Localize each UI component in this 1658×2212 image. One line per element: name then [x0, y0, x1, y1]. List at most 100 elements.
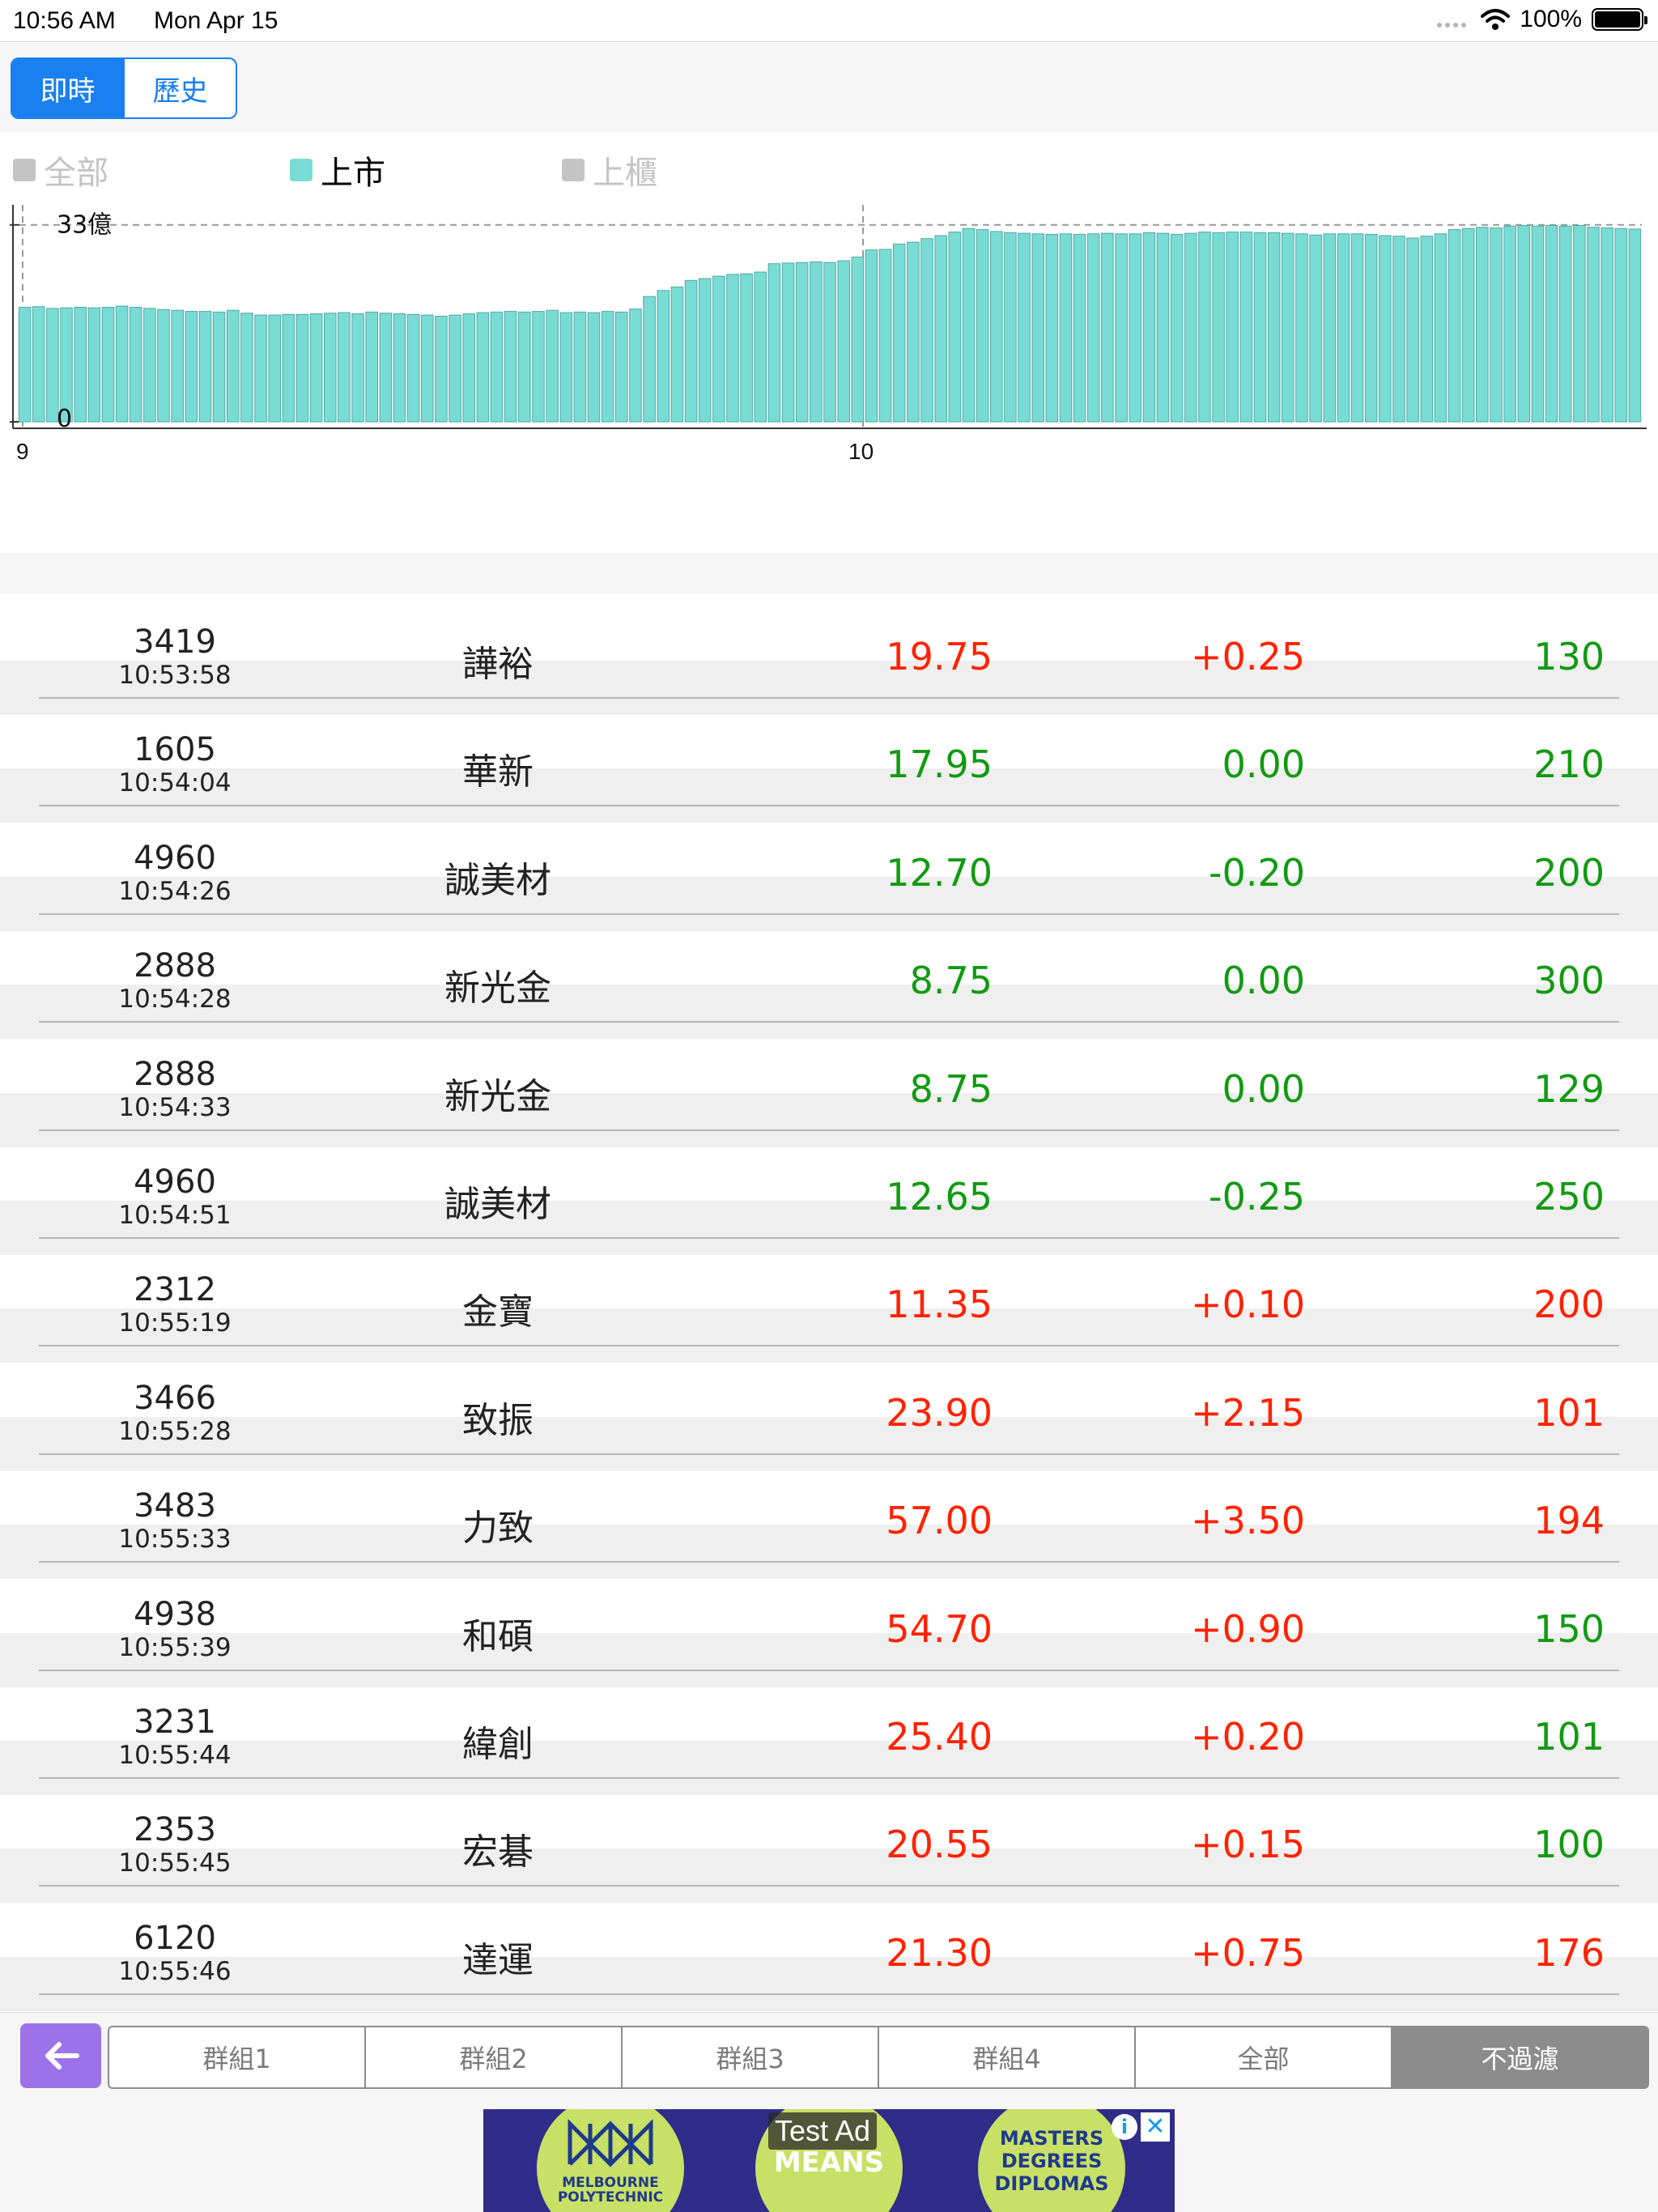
bar: [559, 312, 573, 423]
price-change: -0.20: [1208, 850, 1305, 895]
stock-code: 2888: [134, 947, 216, 985]
stock-name: 華新: [462, 751, 534, 793]
bar: [1406, 237, 1419, 423]
row-separator: [39, 1561, 1619, 1563]
bar: [1573, 225, 1586, 423]
bar: [810, 261, 823, 423]
bar: [1490, 227, 1503, 423]
ad-banner[interactable]: MELBOURNE POLYTECHNIC MEANS MASTERS DEGR…: [483, 2109, 1175, 2212]
trade-time: 10:55:33: [118, 1525, 232, 1555]
table-row[interactable]: 2888 10:54:33 新光金 8.75 0.00 129: [0, 1040, 1658, 1147]
bar: [1517, 225, 1531, 423]
bar: [309, 313, 323, 423]
bar: [1087, 233, 1100, 423]
ad-info-icon[interactable]: i: [1112, 2114, 1137, 2140]
row-separator: [39, 805, 1619, 807]
bar: [435, 316, 448, 423]
stock-code: 1605: [134, 731, 216, 769]
price-change: +2.15: [1191, 1390, 1305, 1435]
bar: [449, 314, 461, 423]
bar: [240, 313, 253, 423]
chart-legend: 全部 上市 上櫃: [0, 132, 1658, 197]
table-row[interactable]: 4938 10:55:39 和碩 54.70 +0.90 150: [0, 1580, 1658, 1687]
group-tab-6[interactable]: 不過濾: [1391, 2027, 1647, 2087]
trade-time: 10:55:45: [118, 1848, 232, 1878]
bar: [101, 307, 115, 423]
trade-time: 10:55:44: [118, 1741, 232, 1770]
bar: [1420, 236, 1434, 423]
table-row[interactable]: 1605 10:54:04 華新 17.95 0.00 210: [0, 715, 1658, 823]
bar: [1267, 232, 1281, 423]
price-change: 0.00: [1222, 959, 1305, 1003]
bar: [795, 262, 809, 423]
trade-price: 11.35: [886, 1283, 993, 1327]
bar: [212, 311, 226, 423]
trade-time: 10:55:46: [118, 1956, 232, 1986]
bar: [1198, 232, 1211, 423]
group-tab-2[interactable]: 群組2: [364, 2027, 621, 2087]
bar: [1601, 227, 1613, 423]
table-row[interactable]: 3419 10:53:58 譁裕 19.75 +0.25 130: [0, 607, 1658, 715]
stock-code: 2353: [134, 1811, 216, 1849]
bar: [1545, 225, 1558, 423]
price-change: 0.00: [1222, 1066, 1305, 1111]
segment-history[interactable]: 歷史: [123, 59, 236, 117]
back-button[interactable]: [20, 2023, 101, 2088]
stock-name: 誠美材: [444, 1184, 551, 1225]
stock-name: 緯創: [462, 1724, 534, 1765]
group-tab-5[interactable]: 全部: [1134, 2027, 1391, 2087]
table-row[interactable]: 6120 10:55:46 達運 21.30 +0.75 176: [0, 1904, 1658, 2011]
table-row[interactable]: 3466 10:55:28 致振 23.90 +2.15 101: [0, 1363, 1658, 1471]
bar: [934, 235, 948, 423]
trade-price: 20.55: [886, 1823, 993, 1867]
table-row[interactable]: 4960 10:54:26 誠美材 12.70 -0.20 200: [0, 823, 1658, 931]
stock-name: 新光金: [444, 968, 551, 1010]
bar: [1142, 232, 1156, 423]
bar: [1587, 227, 1600, 423]
bar: [1558, 225, 1572, 423]
legend-otc[interactable]: 上櫃: [562, 147, 657, 194]
bar: [1073, 234, 1086, 423]
bar: [379, 313, 393, 423]
trade-volume: 176: [1533, 1930, 1605, 1975]
group-tab-3[interactable]: 群組3: [621, 2027, 878, 2087]
filter-bar: 群組1 群組2 群組3 群組4 全部 不過濾: [0, 2012, 1658, 2109]
bar: [227, 309, 240, 423]
bar: [351, 313, 364, 423]
table-row[interactable]: 3483 10:55:33 力致 57.00 +3.50 194: [0, 1471, 1658, 1580]
bar: [1226, 232, 1239, 423]
segment-realtime[interactable]: 即時: [12, 59, 123, 117]
legend-all[interactable]: 全部: [13, 147, 108, 194]
row-separator: [39, 1777, 1619, 1779]
price-change: +3.50: [1191, 1499, 1305, 1543]
table-row[interactable]: 2888 10:54:28 新光金 8.75 0.00 300: [0, 931, 1658, 1040]
table-row[interactable]: 4960 10:54:51 誠美材 12.65 -0.25 250: [0, 1147, 1658, 1255]
bar: [1309, 234, 1322, 423]
bar: [781, 262, 795, 423]
stock-name: 致振: [462, 1399, 534, 1441]
ad-close-icon[interactable]: ✕: [1141, 2112, 1170, 2142]
status-bar: 10:56 AM Mon Apr 15 100%: [0, 0, 1658, 42]
legend-otc-swatch: [562, 159, 585, 181]
chart-panel: 即時 歷史 全部 上市 上櫃 33億 0 9 10: [0, 43, 1658, 593]
group-filter-control: 群組1 群組2 群組3 群組4 全部 不過濾: [108, 2026, 1649, 2089]
price-change: +0.10: [1191, 1283, 1305, 1327]
table-row[interactable]: 3231 10:55:44 緯創 25.40 +0.20 101: [0, 1687, 1658, 1795]
trade-volume: 300: [1533, 959, 1605, 1003]
table-row[interactable]: 2353 10:55:45 宏碁 20.55 +0.15 100: [0, 1795, 1658, 1904]
bar: [962, 228, 976, 423]
group-tab-4[interactable]: 群組4: [878, 2027, 1134, 2087]
row-separator: [39, 1669, 1619, 1671]
row-separator: [39, 1021, 1619, 1023]
bar: [1115, 233, 1128, 423]
bar: [698, 278, 712, 423]
group-tab-1[interactable]: 群組1: [109, 2027, 364, 2087]
legend-listed[interactable]: 上市: [290, 147, 385, 194]
trade-list[interactable]: 3419 10:53:58 譁裕 19.75 +0.25 130 1605 10:54:04 華…: [0, 607, 1658, 2012]
bar: [1184, 232, 1197, 423]
stock-name: 誠美材: [444, 859, 551, 901]
bar: [1045, 234, 1059, 423]
table-row[interactable]: 2312 10:55:19 金寶 11.35 +0.10 200: [0, 1255, 1658, 1363]
legend-all-label: 全部: [44, 155, 108, 192]
battery-icon: [1592, 8, 1647, 31]
